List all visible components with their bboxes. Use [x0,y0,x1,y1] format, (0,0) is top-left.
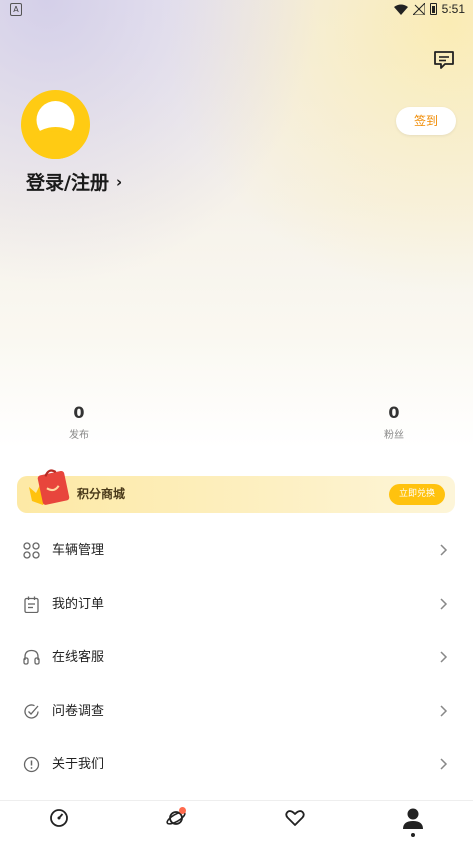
bottom-tab-bar [0,800,473,841]
clipboard-icon [24,596,39,613]
stat-followers-value: 0 [388,403,400,422]
chevron-right-icon: › [115,172,123,191]
menu-item-my-orders[interactable]: 我的订单 [0,578,473,631]
signin-button[interactable]: 签到 [396,107,456,135]
heart-icon [285,810,305,826]
chevron-right-icon [440,758,448,770]
menu-item-label: 关于我们 [52,757,105,772]
signal-icon [412,3,425,15]
menu-item-label: 在线客服 [52,650,105,665]
chevron-right-icon [440,544,448,556]
default-avatar-icon [31,101,80,159]
status-time: 5:51 [441,2,465,16]
stat-followers-label: 粉丝 [384,430,404,441]
points-mall-banner[interactable]: 积分商城 立即兑换 [17,476,455,513]
tab-home[interactable] [48,807,72,831]
points-mall-title: 积分商城 [77,487,126,501]
stat-posts-value: 0 [73,403,85,422]
notification-icon: A [10,3,22,16]
stat-posts[interactable]: 0 发布 [49,403,109,441]
notification-badge [179,807,186,814]
profile-icon [403,808,423,837]
menu-item-label: 我的订单 [52,597,105,612]
chat-bubble-icon[interactable] [433,50,455,70]
chevron-right-icon [440,705,448,717]
login-register-link[interactable]: 登录/注册 › [26,168,122,195]
menu-item-survey[interactable]: 问卷调查 [0,685,473,738]
menu-item-online-support[interactable]: 在线客服 [0,631,473,684]
headset-icon [23,649,40,665]
tab-profile[interactable] [401,807,425,837]
info-circle-icon [23,756,40,773]
wifi-icon [393,4,408,15]
grid-icon [23,542,40,559]
menu-item-label: 问卷调查 [52,704,105,719]
stat-posts-label: 发布 [69,430,89,441]
menu-item-about-us[interactable]: 关于我们 [0,738,473,791]
battery-icon [429,3,437,15]
login-register-label: 登录/注册 [26,172,109,194]
chevron-right-icon [440,598,448,610]
shopping-bag-icon [29,469,70,505]
avatar[interactable] [21,90,90,159]
check-circle-icon [24,704,39,719]
dashboard-icon [50,809,68,827]
menu-item-label: 车辆管理 [52,543,105,558]
chevron-right-icon [440,651,448,663]
redeem-now-button[interactable]: 立即兑换 [388,484,445,505]
status-bar: A 5:51 [0,0,473,20]
profile-header-background [0,0,473,448]
stat-followers[interactable]: 0 粉丝 [364,403,424,441]
tab-favorites[interactable] [284,807,308,831]
menu-item-vehicle-management[interactable]: 车辆管理 [0,524,473,577]
